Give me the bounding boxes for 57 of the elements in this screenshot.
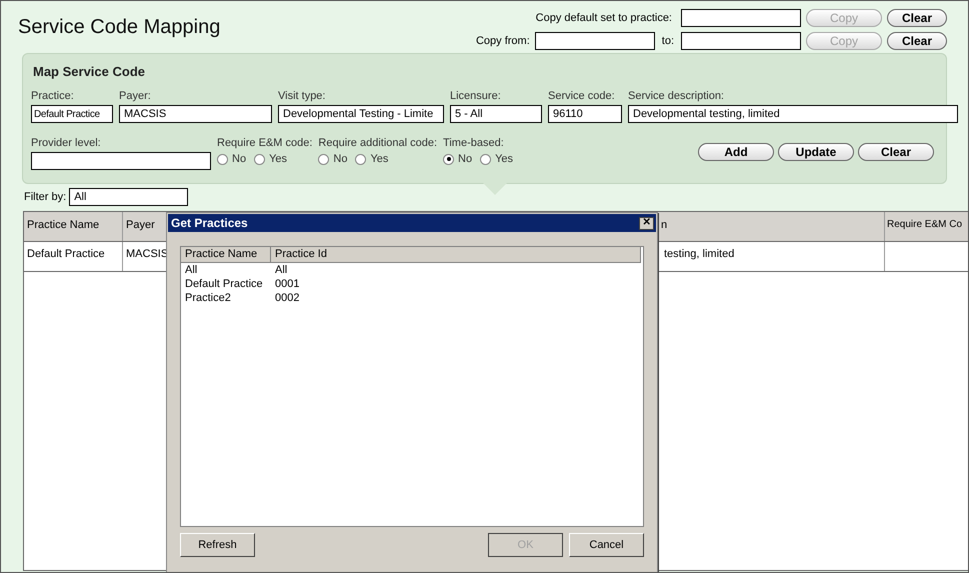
list-cell-text: 0001 xyxy=(274,277,300,291)
field-label: Time-based: xyxy=(443,136,505,149)
list-cell-text: 0002 xyxy=(274,291,300,305)
field-label: Service code: xyxy=(548,89,616,102)
page-title: Service Code Mapping xyxy=(18,15,220,38)
cancel-button[interactable]: Cancel xyxy=(569,533,644,557)
field-label: Copy from: xyxy=(476,34,530,49)
radio-button[interactable] xyxy=(318,154,330,164)
radio-label: No xyxy=(458,152,472,167)
radio-button[interactable] xyxy=(254,154,266,164)
clear-button[interactable]: Clear xyxy=(887,32,947,50)
close-button[interactable]: ✕ xyxy=(639,216,654,230)
field-label: Practice: xyxy=(31,89,75,102)
radio-button[interactable] xyxy=(355,154,366,164)
copy-from-field[interactable] xyxy=(534,32,655,50)
service-description-field[interactable]: Developmental testing, limited xyxy=(628,105,958,123)
dialog-title: Get Practices xyxy=(171,215,248,232)
field-label: Provider level: xyxy=(31,136,102,149)
field-label: Require additional code: xyxy=(318,136,438,149)
add-button[interactable]: Add xyxy=(698,143,774,161)
update-button[interactable]: Update xyxy=(778,143,854,161)
panel-title: Map Service Code xyxy=(33,63,146,81)
clear-button[interactable]: Clear xyxy=(858,143,934,161)
practice-field[interactable]: Default Practice xyxy=(31,105,113,123)
column-header[interactable]: Require E&M Co xyxy=(885,212,968,241)
provider-level-field[interactable] xyxy=(31,152,211,170)
copy-to-field[interactable] xyxy=(681,32,801,50)
field-label: Copy default set to practice: xyxy=(536,10,672,26)
list-cell-text: Default Practice xyxy=(184,277,264,291)
field-label: Licensure: xyxy=(450,89,502,102)
service-code-field[interactable]: 96110 xyxy=(548,105,622,123)
column-header[interactable]: Practice Name xyxy=(181,247,271,262)
radio-label: Yes xyxy=(495,152,514,167)
clear-button[interactable]: Clear xyxy=(887,9,947,27)
field-label: Service description: xyxy=(628,89,725,102)
column-header[interactable]: Practice Id xyxy=(271,247,641,262)
licensure-field[interactable]: 5 - All xyxy=(450,105,542,123)
field-label: to: xyxy=(662,34,674,49)
column-header[interactable]: Practice Name xyxy=(24,212,123,241)
payer-field[interactable]: MACSIS xyxy=(119,105,272,123)
radio-button[interactable] xyxy=(217,154,228,164)
field-label: Visit type: xyxy=(278,89,326,102)
radio-button[interactable] xyxy=(480,154,492,164)
visit-type-field[interactable]: Developmental Testing - Limite xyxy=(278,105,444,123)
table-cell: Default Practice xyxy=(24,242,123,271)
list-cell-text: Practice2 xyxy=(184,291,232,305)
radio-label: No xyxy=(232,152,246,167)
practice-field[interactable] xyxy=(681,9,801,27)
field-label: Require E&M code: xyxy=(217,136,312,149)
field-label: Payer: xyxy=(119,89,152,102)
radio-label: No xyxy=(333,152,348,167)
radio-label: Yes xyxy=(269,152,288,167)
refresh-button[interactable]: Refresh xyxy=(180,533,255,557)
field-label: Filter by: xyxy=(24,190,66,205)
filter-field[interactable]: All xyxy=(69,188,188,206)
radio-button[interactable] xyxy=(443,154,454,164)
radio-label: Yes xyxy=(370,152,388,167)
